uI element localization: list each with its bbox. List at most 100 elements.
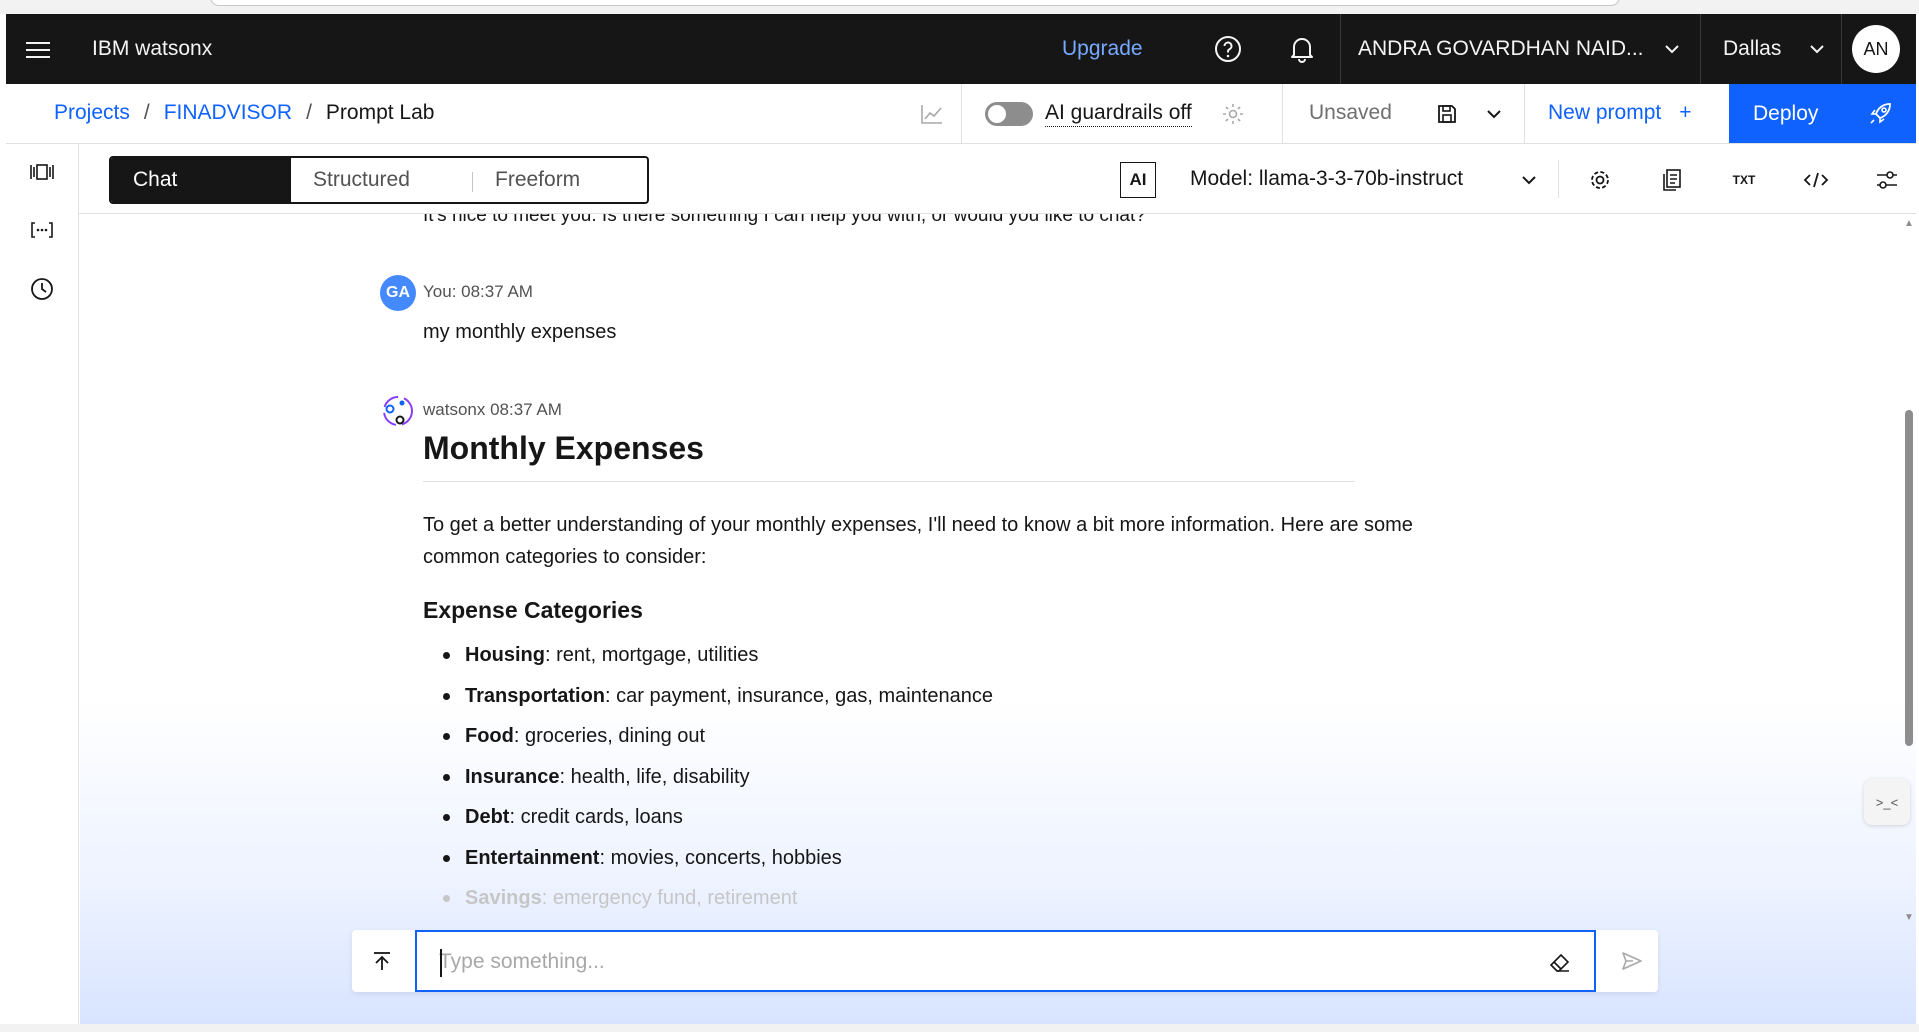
- bot-response-intro: To get a better understanding of your mo…: [423, 514, 1413, 568]
- send-icon[interactable]: [1616, 945, 1648, 977]
- category-detail: : credit cards, loans: [509, 806, 683, 828]
- header-divider: [1841, 14, 1842, 84]
- breadcrumb: Projects / FINADVISOR / Prompt Lab: [54, 100, 434, 126]
- save-disk-icon[interactable]: [1431, 98, 1463, 130]
- sample-prompts-icon[interactable]: [24, 154, 60, 190]
- tab-structured[interactable]: Structured: [291, 158, 473, 202]
- subheader-divider: [1282, 84, 1283, 144]
- breadcrumb-projects-link[interactable]: Projects: [54, 100, 130, 126]
- user-avatar[interactable]: AN: [1852, 25, 1900, 73]
- toolbar-divider: [1558, 160, 1559, 198]
- list-item: Food: groceries, dining out: [423, 723, 993, 764]
- category-detail: : emergency fund, retirement: [541, 887, 798, 909]
- account-chevron-down-icon[interactable]: [1663, 40, 1681, 58]
- product-name[interactable]: IBM watsonx: [92, 36, 212, 62]
- documents-icon[interactable]: [1656, 164, 1688, 196]
- evaluation-chart-icon[interactable]: [916, 98, 948, 130]
- previous-bot-message: It's nice to meet you. Is there somethin…: [423, 214, 1146, 226]
- category-name: Housing: [465, 644, 545, 666]
- new-prompt-button[interactable]: New prompt +: [1548, 100, 1691, 126]
- category-detail: : movies, concerts, hobbies: [599, 846, 842, 869]
- text-caret: [440, 949, 442, 977]
- category-name: Savings: [465, 887, 542, 909]
- browser-chrome-top: [0, 0, 1919, 14]
- category-name: Debt: [465, 806, 510, 828]
- region-selector[interactable]: Dallas: [1723, 36, 1781, 62]
- region-chevron-down-icon[interactable]: [1808, 40, 1826, 58]
- list-item: Housing: rent, mortgage, utilities: [423, 642, 993, 683]
- category-detail: : groceries, dining out: [513, 725, 706, 747]
- category-detail: : health, life, disability: [559, 765, 750, 788]
- app-window: IBM watsonx Upgrade ANDRA GOVARDHAN NAID…: [6, 14, 1916, 1024]
- upload-arrow-icon[interactable]: [366, 945, 398, 977]
- chat-message-input[interactable]: [439, 946, 1539, 978]
- list-item: Insurance: health, life, disability: [423, 764, 993, 805]
- guardrails-label[interactable]: AI guardrails off: [1045, 100, 1192, 127]
- user-avatar: GA: [380, 275, 416, 311]
- list-item: Transportation: car payment, insurance, …: [423, 683, 993, 724]
- list-item: Savings: emergency fund, retirement: [423, 885, 993, 926]
- tab-freeform[interactable]: Freeform: [473, 158, 580, 202]
- user-message-text: my monthly expenses: [423, 321, 617, 343]
- model-chevron-down-icon[interactable]: [1513, 164, 1545, 196]
- guardrails-toggle[interactable]: [985, 102, 1033, 126]
- category-name: Transportation: [465, 684, 606, 707]
- deploy-label: Deploy: [1753, 101, 1819, 125]
- history-clock-icon[interactable]: [24, 271, 60, 307]
- clear-eraser-icon[interactable]: [1544, 947, 1576, 979]
- global-header: IBM watsonx Upgrade ANDRA GOVARDHAN NAID…: [6, 14, 1916, 84]
- account-switcher[interactable]: ANDRA GOVARDHAN NAID...: [1358, 36, 1644, 62]
- chat-message-field: [415, 930, 1596, 992]
- bot-message-header: watsonx 08:37 AM: [423, 400, 562, 419]
- breadcrumb-separator: /: [306, 101, 312, 124]
- bot-response-subheading: Expense Categories: [423, 597, 643, 623]
- rocket-icon: [1870, 103, 1891, 124]
- upgrade-link[interactable]: Upgrade: [1062, 36, 1143, 62]
- plus-icon: +: [1679, 101, 1692, 124]
- project-subheader: Projects / FINADVISOR / Prompt Lab AI gu…: [6, 84, 1916, 144]
- left-rail: [6, 144, 79, 1024]
- prompt-variables-icon[interactable]: [24, 212, 60, 248]
- save-status: Unsaved: [1309, 101, 1392, 124]
- model-selector[interactable]: Model: llama-3-3-70b-instruct: [1190, 166, 1463, 192]
- deploy-button[interactable]: Deploy: [1729, 84, 1916, 143]
- heading-divider: [423, 481, 1355, 482]
- subheader-divider: [961, 84, 962, 144]
- guardrails-settings-gear-icon[interactable]: [1217, 98, 1249, 130]
- breadcrumb-project-link[interactable]: FINADVISOR: [164, 100, 292, 126]
- prompt-toolbar: Chat Structured Freeform AI Model: llama…: [79, 144, 1916, 214]
- category-detail: : rent, mortgage, utilities: [545, 644, 759, 666]
- user-message-header: You: 08:37 AM: [423, 282, 533, 301]
- breadcrumb-separator: /: [143, 101, 150, 124]
- header-divider: [1340, 14, 1341, 84]
- breadcrumb-current: Prompt Lab: [325, 101, 435, 124]
- category-name: Food: [465, 725, 514, 747]
- browser-chrome-bottom: [0, 1024, 1919, 1032]
- scroll-up-arrow-icon[interactable]: ▲: [1904, 218, 1914, 229]
- category-name: Entertainment: [465, 846, 600, 869]
- expense-category-list: Housing: rent, mortgage, utilities Trans…: [423, 642, 993, 926]
- notification-bell-icon[interactable]: [1286, 33, 1318, 65]
- chat-input-bar: [352, 930, 1658, 992]
- tab-chat[interactable]: Chat: [111, 158, 291, 202]
- code-view-icon[interactable]: [1800, 164, 1832, 196]
- header-divider: [1700, 14, 1701, 84]
- list-item: Entertainment: movies, concerts, hobbies: [423, 845, 993, 886]
- subheader-divider: [1524, 84, 1525, 144]
- scrollbar-thumb[interactable]: [1905, 410, 1913, 746]
- watsonx-logo-icon: [383, 396, 413, 426]
- ai-model-badge-icon: AI: [1120, 162, 1156, 198]
- txt-view-icon[interactable]: TXT: [1728, 164, 1760, 196]
- bot-response-heading: Monthly Expenses: [423, 430, 704, 466]
- help-icon[interactable]: [1212, 33, 1244, 65]
- browser-address-bar[interactable]: [210, 0, 1620, 6]
- side-panel-toggle-icon[interactable]: >_<: [1864, 779, 1910, 825]
- settings-sliders-icon[interactable]: [1871, 164, 1903, 196]
- new-prompt-label: New prompt: [1548, 101, 1662, 124]
- hamburger-menu-icon[interactable]: [22, 34, 54, 66]
- save-options-chevron-down-icon[interactable]: [1478, 98, 1510, 130]
- scroll-down-arrow-icon[interactable]: ▼: [1904, 912, 1914, 923]
- list-item: Debt: credit cards, loans: [423, 804, 993, 845]
- model-parameters-gear-icon[interactable]: [1584, 164, 1616, 196]
- mode-switcher: Chat Structured Freeform: [109, 156, 649, 204]
